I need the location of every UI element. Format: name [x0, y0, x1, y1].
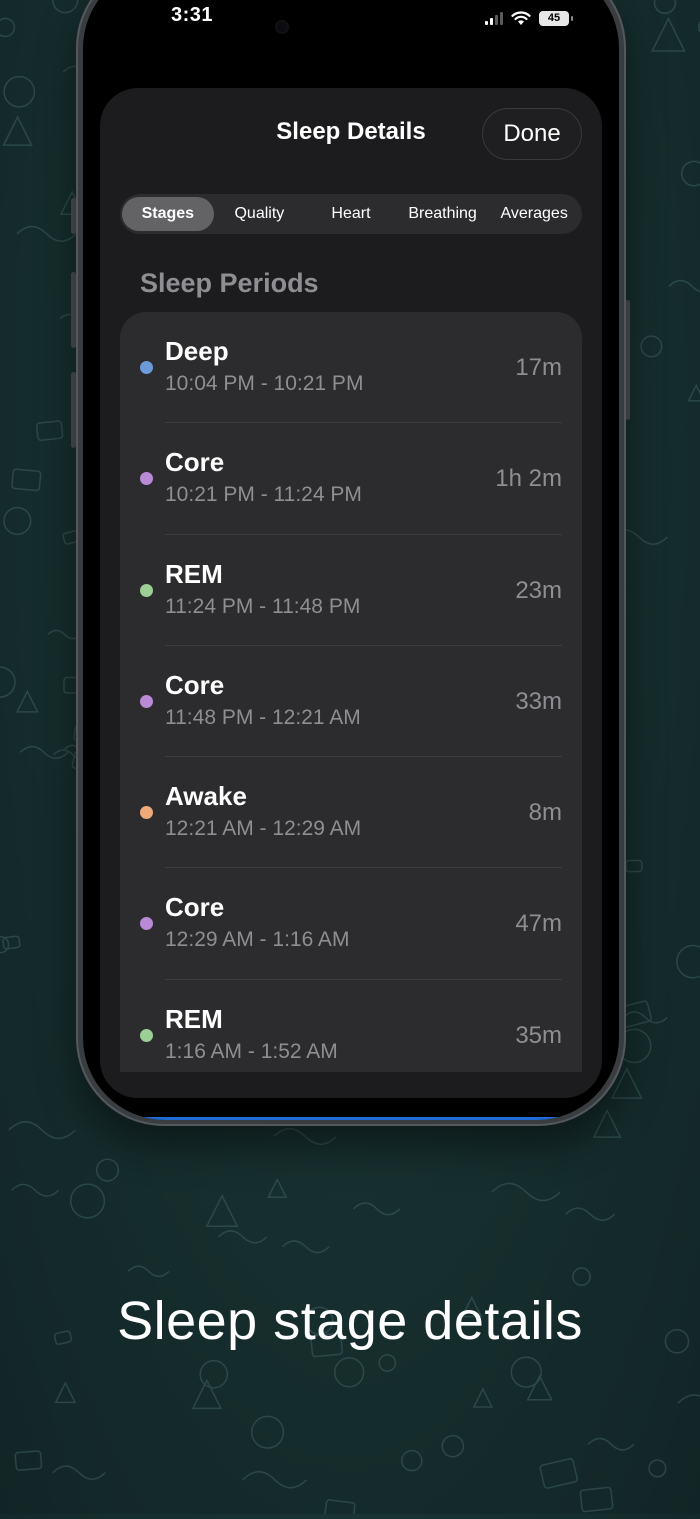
sleep-details-sheet: Sleep Details Done Stages Quality Heart Bre…	[100, 88, 602, 1098]
time-range: 12:21 AM - 12:29 AM	[165, 817, 362, 841]
stage-color-dot	[140, 583, 153, 597]
sleep-periods-list: Deep 10:04 PM - 10:21 PM 17m Core 10:21 PM -…	[120, 312, 582, 1072]
stage-name: REM	[165, 558, 223, 589]
tab-segmented-control: Stages Quality Heart Breathing Averages	[120, 194, 582, 234]
tab-averages[interactable]: Averages	[488, 197, 580, 231]
list-item: Core 11:48 PM - 12:21 AM 33m	[120, 646, 582, 758]
time-range: 12:29 AM - 1:16 AM	[165, 928, 350, 952]
time-range: 1:16 AM - 1:52 AM	[165, 1039, 338, 1063]
promo-caption: Sleep stage details	[117, 1291, 583, 1351]
cellular-signal-icon	[485, 11, 503, 25]
stage-color-dot	[140, 917, 153, 931]
screen-bottom-accent	[113, 1103, 589, 1120]
done-button[interactable]: Done	[482, 108, 582, 160]
stage-color-dot	[140, 806, 153, 820]
list-item: Deep 10:04 PM - 10:21 PM 17m	[120, 312, 582, 424]
tab-stages[interactable]: Stages	[122, 197, 214, 231]
phone-screen: 3:31 45 Sleep Details Done Stages Quality…	[83, 0, 619, 1120]
stage-name: Core	[165, 447, 225, 478]
stage-name: Core	[165, 669, 225, 700]
stage-color-dot	[140, 694, 153, 708]
stage-color-dot	[140, 472, 153, 486]
stage-color-dot	[140, 361, 153, 374]
status-time: 3:31	[171, 4, 214, 26]
status-bar: 3:31 45	[83, 0, 619, 60]
time-range: 10:21 PM - 11:24 PM	[165, 483, 362, 507]
wifi-icon	[511, 10, 531, 25]
status-icons: 45	[485, 8, 573, 28]
stage-name: Awake	[165, 781, 247, 812]
stage-name: Core	[165, 892, 225, 923]
list-item: REM 1:16 AM - 1:52 AM 35m	[120, 980, 582, 1072]
time-range: 10:04 PM - 10:21 PM	[165, 372, 364, 395]
list-item: Core 10:21 PM - 11:24 PM 1h 2m	[120, 423, 582, 535]
stage-duration: 8m	[528, 799, 562, 827]
battery-indicator: 45	[539, 10, 573, 26]
stage-duration: 1h 2m	[495, 465, 562, 493]
stage-duration: 23m	[515, 576, 562, 604]
sheet-bottom-bar	[100, 1072, 602, 1098]
front-camera	[275, 20, 289, 34]
tab-breathing[interactable]: Breathing	[397, 197, 489, 231]
stage-name: Deep	[165, 336, 229, 366]
stage-duration: 33m	[515, 687, 562, 715]
tab-heart[interactable]: Heart	[305, 197, 397, 231]
list-item: REM 11:24 PM - 11:48 PM 23m	[120, 535, 582, 646]
stage-color-dot	[140, 1028, 153, 1042]
time-range: 11:48 PM - 12:21 AM	[165, 705, 361, 729]
tab-quality[interactable]: Quality	[214, 197, 306, 231]
stage-duration: 47m	[515, 910, 562, 938]
stage-name: REM	[165, 1003, 223, 1034]
list-item: Awake 12:21 AM - 12:29 AM 8m	[120, 757, 582, 869]
list-item: Core 12:29 AM - 1:16 AM 47m	[120, 868, 582, 980]
section-title: Sleep Periods	[140, 268, 319, 298]
stage-duration: 35m	[515, 1021, 562, 1049]
stage-duration: 17m	[515, 354, 562, 381]
time-range: 11:24 PM - 11:48 PM	[165, 594, 361, 618]
